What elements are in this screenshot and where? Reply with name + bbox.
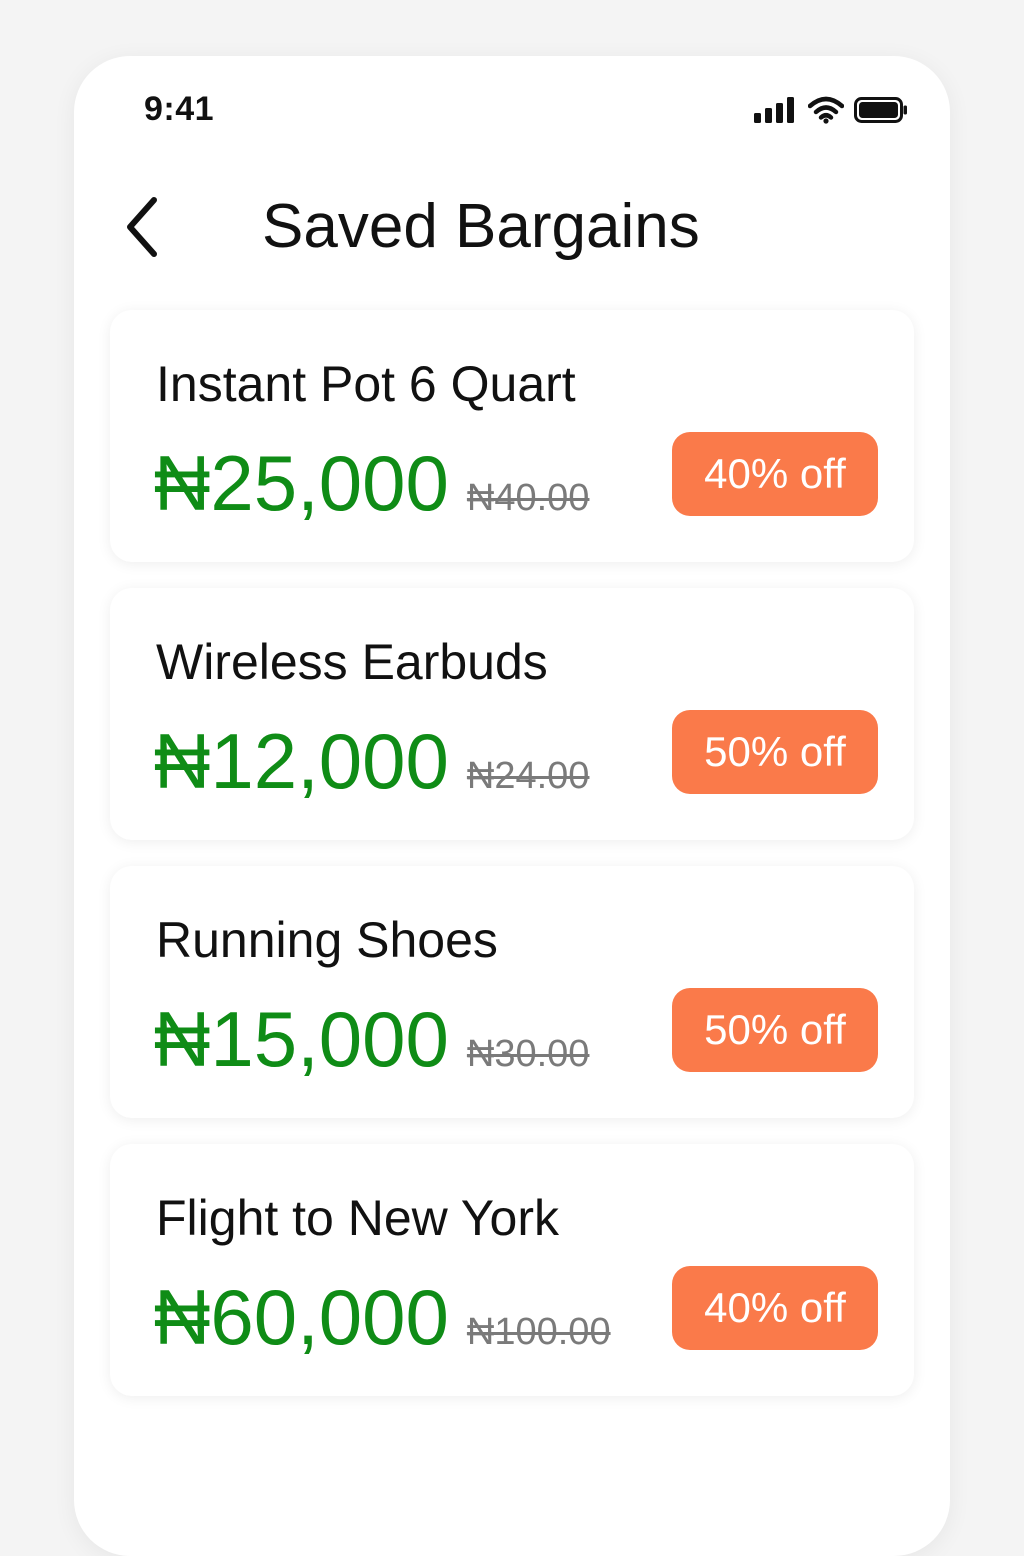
status-bar: 9:41: [74, 56, 950, 166]
status-time: 9:41: [144, 90, 215, 128]
current-price: ₦12,000: [154, 717, 449, 805]
battery-icon: [854, 97, 907, 123]
discount-badge: 50% off: [672, 988, 878, 1072]
current-price: ₦25,000: [154, 439, 449, 527]
bargain-card[interactable]: Running Shoes ₦15,000 ₦30.00 50% off: [110, 866, 914, 1118]
status-icons: [754, 96, 908, 124]
back-button[interactable]: [112, 192, 172, 262]
price-row: ₦12,000 ₦24.00: [154, 716, 589, 806]
item-name: Flight to New York: [156, 1190, 559, 1246]
signal-icon: [754, 97, 794, 123]
bargain-card[interactable]: Flight to New York ₦60,000 ₦100.00 40% o…: [110, 1144, 914, 1396]
bargain-card[interactable]: Wireless Earbuds ₦12,000 ₦24.00 50% off: [110, 588, 914, 840]
original-price: ₦30.00: [466, 1033, 590, 1075]
bargain-card[interactable]: Instant Pot 6 Quart ₦25,000 ₦40.00 40% o…: [110, 310, 914, 562]
current-price: ₦15,000: [154, 995, 449, 1083]
page-title: Saved Bargains: [262, 192, 700, 261]
discount-badge: 40% off: [672, 1266, 878, 1350]
phone-screen: 9:41 Saved Bargains Instant Pot 6 Quart …: [74, 56, 950, 1556]
item-name: Wireless Earbuds: [156, 634, 548, 690]
item-name: Instant Pot 6 Quart: [156, 356, 576, 412]
original-price: ₦100.00: [466, 1311, 611, 1353]
header: Saved Bargains: [74, 186, 950, 276]
wifi-icon: [808, 96, 844, 124]
original-price: ₦24.00: [466, 755, 590, 797]
item-name: Running Shoes: [156, 912, 498, 968]
price-row: ₦15,000 ₦30.00: [154, 994, 589, 1084]
chevron-left-icon: [127, 197, 157, 257]
price-row: ₦60,000 ₦100.00: [154, 1272, 611, 1362]
bargain-list: Instant Pot 6 Quart ₦25,000 ₦40.00 40% o…: [110, 310, 914, 1422]
current-price: ₦60,000: [154, 1273, 449, 1361]
original-price: ₦40.00: [466, 477, 590, 519]
discount-badge: 40% off: [672, 432, 878, 516]
price-row: ₦25,000 ₦40.00: [154, 438, 589, 528]
discount-badge: 50% off: [672, 710, 878, 794]
